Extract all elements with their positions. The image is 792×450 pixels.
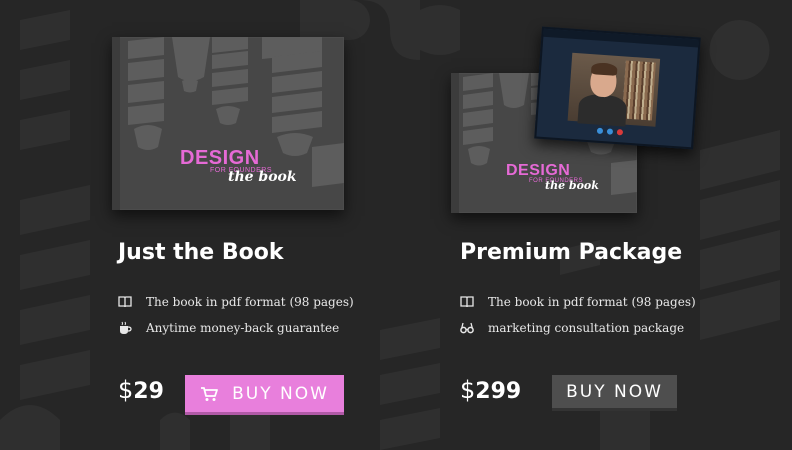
book-title-text: DESIGN xyxy=(180,147,260,169)
price-label: $29 xyxy=(118,376,164,404)
feature-text: Anytime money-back guarantee xyxy=(146,321,340,335)
buy-now-button-premium[interactable]: BUY NOW xyxy=(552,375,677,408)
cart-icon xyxy=(201,386,218,401)
buy-now-label: BUY NOW xyxy=(566,381,663,402)
buy-now-button-book[interactable]: BUY NOW xyxy=(185,375,344,412)
book-icon xyxy=(460,296,474,308)
book-cover-image: DESIGN FOR FOUNDERS the book xyxy=(112,37,344,210)
book-title-text: DESIGN xyxy=(506,162,571,179)
product-heading: Just the Book xyxy=(118,240,284,265)
feature-text: marketing consultation package xyxy=(488,321,685,335)
end-call-icon xyxy=(616,129,624,136)
feature-item: The book in pdf format (98 pages) xyxy=(118,295,354,309)
video-call-thumbnail xyxy=(534,26,701,150)
price-currency: $ xyxy=(118,376,134,404)
feature-item: The book in pdf format (98 pages) xyxy=(460,295,696,309)
video-frame xyxy=(567,52,661,127)
price-amount: 299 xyxy=(475,379,522,404)
book-script-text: the book xyxy=(545,179,599,192)
price-amount: 29 xyxy=(133,379,164,404)
feature-item: Anytime money-back guarantee xyxy=(118,321,339,335)
buy-now-label: BUY NOW xyxy=(232,383,329,404)
glasses-icon xyxy=(460,322,474,334)
feature-text: The book in pdf format (98 pages) xyxy=(146,295,354,309)
feature-item: marketing consultation package xyxy=(460,321,684,335)
mute-icon xyxy=(596,127,604,135)
feature-text: The book in pdf format (98 pages) xyxy=(488,295,696,309)
book-icon xyxy=(118,296,132,308)
product-heading: Premium Package xyxy=(460,240,683,265)
book-script-text: the book xyxy=(228,169,297,185)
coffee-cup-icon xyxy=(120,321,132,334)
call-controls xyxy=(596,127,624,136)
video-icon xyxy=(606,128,614,135)
price-label: $299 xyxy=(460,376,521,404)
price-currency: $ xyxy=(460,376,476,404)
